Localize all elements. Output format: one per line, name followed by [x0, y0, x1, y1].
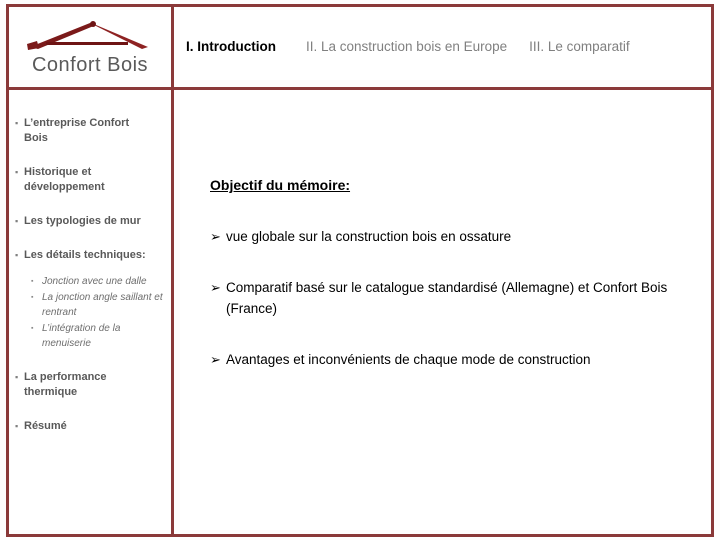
square-bullet-icon	[31, 274, 42, 289]
outline-sidebar: L’entreprise Confort Bois Historique et …	[9, 92, 171, 533]
sidebar-subitem-label: La jonction angle saillant et rentrant	[42, 292, 163, 318]
sidebar-subitems-details-techniques: Jonction avec une dalle La jonction angl…	[15, 274, 165, 351]
sidebar-item-label: Résumé	[24, 420, 67, 432]
sidebar-subitem-jonction-angle[interactable]: La jonction angle saillant et rentrant	[31, 290, 165, 320]
sidebar-item-label: Les typologies de mur	[24, 215, 141, 227]
square-bullet-icon	[15, 370, 24, 385]
arrow-bullet-icon	[210, 277, 226, 298]
sidebar-subitem-jonction-dalle[interactable]: Jonction avec une dalle	[31, 274, 165, 289]
sidebar-item-label: Les détails techniques:	[24, 249, 146, 261]
content-bullet-1: vue globale sur la construction bois en …	[210, 226, 699, 247]
presentation-slide: Confort Bois I. Introduction II. La cons…	[0, 0, 720, 540]
sidebar-item-historique[interactable]: Historique et développement	[15, 165, 165, 195]
square-bullet-icon	[15, 214, 24, 229]
frame-rule-right	[711, 4, 714, 537]
arrow-bullet-icon	[210, 349, 226, 370]
content-heading: Objectif du mémoire:	[210, 177, 351, 193]
content-bullet-text: vue globale sur la construction bois en …	[226, 229, 512, 244]
sidebar-item-details-techniques[interactable]: Les détails techniques:	[15, 248, 165, 263]
brand-name: Confort Bois	[31, 53, 149, 76]
arrow-bullet-icon	[210, 226, 226, 247]
slide-navigation: I. Introduction II. La construction bois…	[174, 30, 714, 62]
slide-content: Objectif du mémoire: vue globale sur la …	[174, 92, 711, 533]
content-bullet-text: Avantages et inconvénients de chaque mod…	[226, 352, 591, 367]
square-bullet-icon	[31, 321, 42, 336]
sidebar-item-label: Historique et développement	[24, 166, 105, 193]
sidebar-subitem-integration-menuiserie[interactable]: L’intégration de la menuiserie	[31, 321, 165, 351]
sidebar-item-entreprise[interactable]: L’entreprise Confort Bois	[15, 116, 165, 146]
content-bullet-3: Avantages et inconvénients de chaque mod…	[210, 349, 699, 370]
sidebar-subitem-label: L’intégration de la menuiserie	[42, 323, 121, 349]
sidebar-item-label: L’entreprise Confort Bois	[24, 117, 130, 144]
brand-logo: Confort Bois	[9, 7, 171, 87]
square-bullet-icon	[15, 419, 24, 434]
content-bullet-text: Comparatif basé sur le catalogue standar…	[226, 280, 668, 316]
frame-rule-bottom	[6, 534, 714, 537]
tab-comparatif[interactable]: III. Le comparatif	[529, 39, 630, 54]
tab-construction-bois-europe[interactable]: II. La construction bois en Europe	[306, 39, 507, 54]
tab-introduction[interactable]: I. Introduction	[186, 39, 276, 54]
frame-rule-header	[6, 87, 714, 90]
sidebar-item-typologies[interactable]: Les typologies de mur	[15, 214, 165, 229]
roof-compass-icon	[27, 20, 148, 50]
square-bullet-icon	[15, 165, 24, 180]
content-bullet-2: Comparatif basé sur le catalogue standar…	[210, 277, 699, 319]
square-bullet-icon	[31, 290, 42, 305]
sidebar-item-resume[interactable]: Résumé	[15, 419, 165, 434]
sidebar-item-label: La performance thermique	[24, 371, 107, 398]
square-bullet-icon	[15, 116, 24, 131]
sidebar-subitem-label: Jonction avec une dalle	[42, 276, 147, 287]
square-bullet-icon	[15, 248, 24, 263]
sidebar-item-performance-thermique[interactable]: La performance thermique	[15, 370, 165, 400]
